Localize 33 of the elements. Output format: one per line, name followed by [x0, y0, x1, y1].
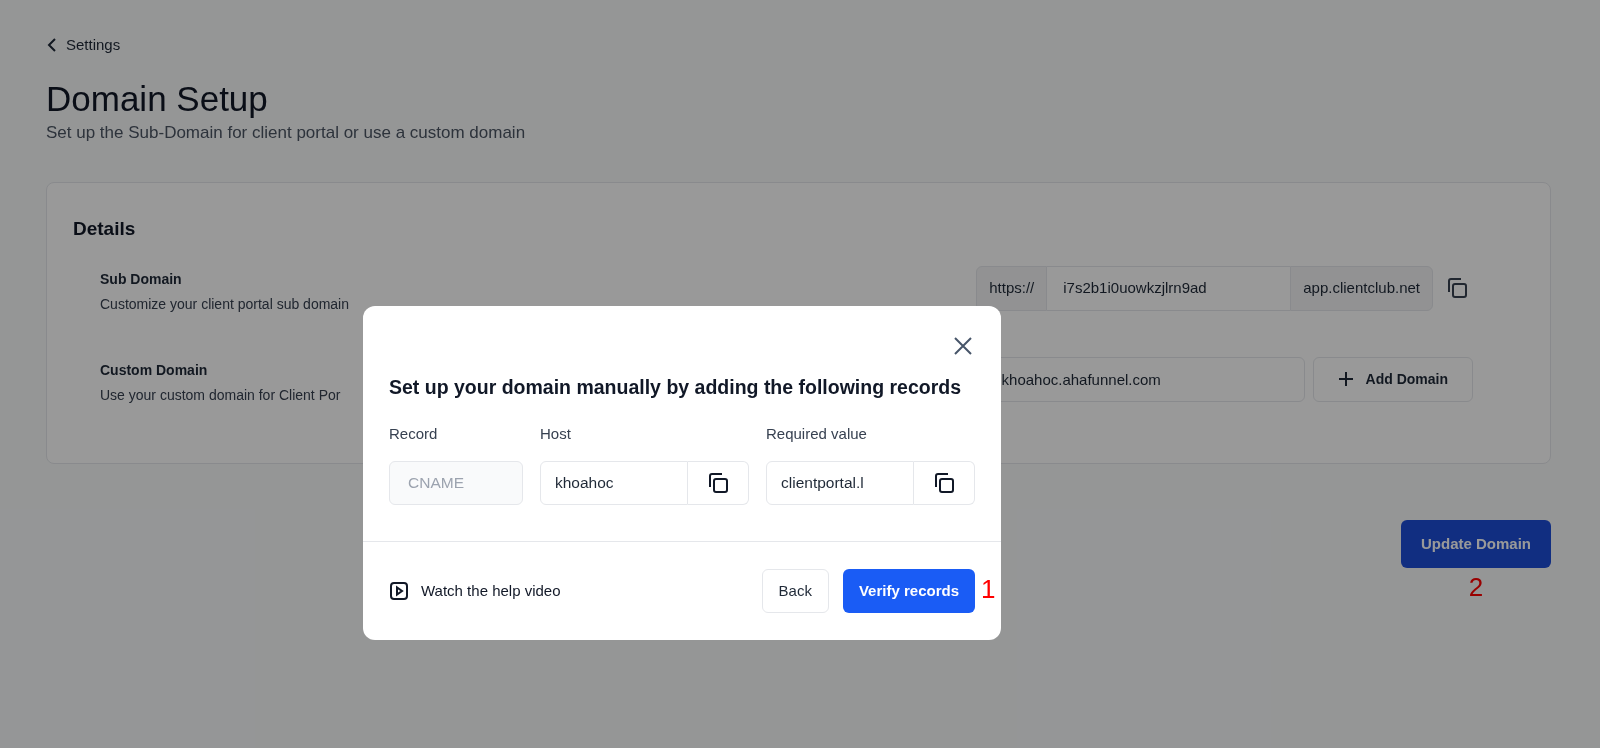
help-video-link[interactable]: Watch the help video	[389, 579, 561, 602]
plus-icon	[1337, 371, 1354, 388]
back-link[interactable]: Settings	[46, 34, 121, 57]
field-label: Host	[540, 424, 572, 445]
field-label: Sub Domain	[100, 270, 183, 290]
field-label: Record	[389, 424, 439, 445]
copy-button[interactable]	[688, 460, 749, 505]
play-icon	[389, 580, 409, 601]
chevron-left-icon	[46, 37, 58, 54]
annotation-number: 2	[1468, 571, 1484, 602]
url-suffix: app.clientclub.net	[1290, 265, 1433, 311]
close-button[interactable]	[953, 336, 973, 356]
details-title: Details	[73, 216, 137, 241]
copy-icon	[932, 470, 956, 495]
copy-button[interactable]	[914, 460, 975, 505]
page-title: Domain Setup	[46, 78, 269, 121]
record-input[interactable]: khoahoc	[540, 460, 688, 505]
subdomain-input[interactable]: i7s2b1i0uowkzjlrn9ad	[1047, 265, 1291, 311]
update-domain-button[interactable]: Update Domain	[1401, 519, 1551, 568]
annotation-number: 1	[981, 574, 996, 604]
verify-records-button[interactable]: Verify records	[842, 568, 975, 613]
copy-icon	[706, 470, 730, 495]
dialog-heading: Set up your domain manually by adding the following records	[389, 375, 963, 400]
record-input[interactable]: clientportal.l	[766, 460, 914, 505]
back-button[interactable]: Back	[761, 568, 829, 613]
field-description: Customize your client portal sub domain	[100, 295, 349, 315]
page-subtitle: Set up the Sub-Domain for client portal or use a custom domain	[46, 122, 527, 145]
field-label: Custom Domain	[100, 361, 209, 381]
field-description: Use your custom domain for Client Por	[100, 386, 341, 406]
add-domain-button[interactable]: Add Domain	[1312, 356, 1473, 402]
copy-icon	[1445, 276, 1469, 301]
field-label: Required value	[766, 424, 868, 445]
url-prefix: https://	[976, 265, 1048, 311]
